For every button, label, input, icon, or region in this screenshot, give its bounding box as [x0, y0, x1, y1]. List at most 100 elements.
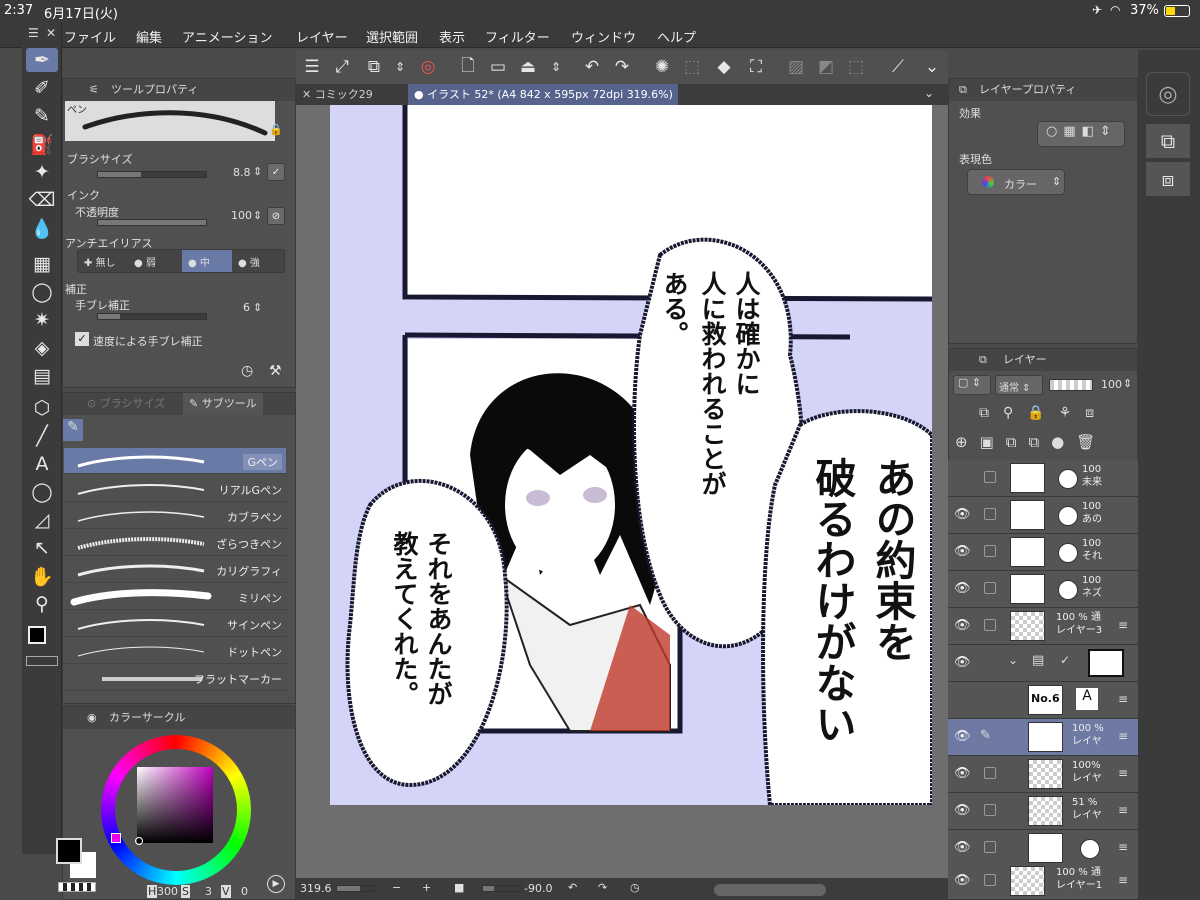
tab-comic[interactable]: ✕ コミック29 — [296, 84, 408, 105]
stepper-icon[interactable]: ⇕ — [544, 55, 568, 79]
navigator-icon[interactable]: ◎ — [1146, 72, 1190, 116]
stepper-icon[interactable]: ⇕ — [253, 301, 262, 314]
menu-edit[interactable]: 編集 — [136, 27, 162, 46]
disabled-icon[interactable]: ▨ — [784, 55, 808, 79]
layer-opacity-slider[interactable] — [1049, 379, 1093, 391]
record-icon[interactable]: ◎ — [416, 55, 440, 79]
layer-row[interactable]: 👁 100 あの — [948, 497, 1138, 534]
layer-row[interactable]: 👁 51 % レイヤ ≡ — [948, 793, 1138, 830]
undo-icon[interactable]: ↶ — [580, 55, 604, 79]
brush-item[interactable]: ドットペン — [64, 638, 286, 664]
ruler-tool-icon[interactable]: ↖ — [26, 536, 58, 560]
opacity-slider[interactable] — [97, 219, 207, 226]
timer-icon[interactable]: ◷ — [241, 363, 253, 379]
layer-lock-icons[interactable]: ⧉⚲🔒⚘⧈ — [979, 405, 1108, 421]
layer-row[interactable]: 👁 ≡ — [948, 830, 1138, 867]
fit-view-icon[interactable]: ⤢ — [330, 55, 354, 79]
effect-buttons[interactable]: ○▦◧⇕ — [1037, 121, 1125, 147]
menu-help[interactable]: ヘルプ — [657, 27, 696, 46]
layer-row[interactable]: 👁 100 % 通レイヤー3 ≡ — [948, 608, 1138, 645]
lock-icon[interactable]: 🔒 — [269, 123, 283, 136]
layer-stack-icon[interactable]: ⧈ — [1146, 162, 1190, 196]
wrench-icon[interactable]: ⚒ — [269, 363, 282, 379]
layer-property-icon[interactable]: ⧉ — [1146, 124, 1190, 158]
text-tool-icon[interactable]: A — [26, 452, 58, 476]
brush-item[interactable]: サインペン — [64, 611, 286, 637]
layer-folder-row[interactable]: 👁 ⌄ ▤ ✓ — [948, 645, 1138, 682]
pen-tool-icon[interactable]: ✒ — [26, 48, 58, 72]
fill-icon[interactable]: ◆ — [712, 55, 736, 79]
canvas-page[interactable]: あの約束を 破るわけがない 人は確かに 人に救われることが ある。 それをあんた… — [330, 105, 932, 805]
antialias-none[interactable]: ✚ 無し — [84, 254, 116, 269]
color-picker-handle[interactable] — [135, 837, 143, 845]
hue-handle[interactable] — [111, 833, 121, 843]
crop-icon[interactable]: ⛶ — [744, 55, 768, 79]
magic-wand-icon[interactable]: ✷ — [26, 308, 58, 332]
play-icon[interactable]: ▶ — [267, 875, 285, 893]
transform-icon[interactable]: ⧉ — [362, 55, 386, 79]
layer-row[interactable]: 👁 100 % 通レイヤー1 ≡ — [948, 863, 1138, 900]
main-color-swatch[interactable] — [28, 626, 46, 644]
save-icon[interactable]: ⏏ — [516, 55, 540, 79]
menu-view[interactable]: 表示 — [439, 27, 465, 46]
eyedropper-tool-icon[interactable]: ⚲ — [26, 592, 58, 616]
layer-row[interactable]: 👁 100 ネズ — [948, 571, 1138, 608]
balloon-tool-icon[interactable]: ◯ — [26, 480, 58, 504]
reset-rotation-icon[interactable]: ◷ — [630, 881, 640, 894]
transparent-swatch[interactable] — [26, 656, 58, 666]
canvas-area[interactable]: あの約束を 破るわけがない 人は確かに 人に救われることが ある。 それをあんた… — [296, 105, 948, 878]
brush-tool-icon[interactable]: ✎ — [26, 104, 58, 128]
antialias-strong[interactable]: ● 強 — [238, 254, 260, 269]
ruler-icon[interactable]: ⟋ — [886, 55, 910, 79]
blend-tool-icon[interactable]: 💧 — [26, 216, 58, 240]
rotate-left-icon[interactable]: ↶ — [568, 881, 577, 894]
brush-item[interactable]: カリグラフィ — [64, 557, 286, 583]
layer-row[interactable]: 👁 100 それ — [948, 534, 1138, 571]
layer-action-icons[interactable]: ⊕▣⧉⧉●🗑 — [955, 433, 1107, 451]
saturation-value-square[interactable] — [137, 767, 213, 843]
hand-tool-icon[interactable]: ✋ — [26, 564, 58, 588]
brush-item[interactable]: リアルGペン — [64, 476, 286, 502]
brush-item[interactable]: ミリペン — [64, 584, 286, 610]
brush-item[interactable]: Gペン — [64, 448, 286, 474]
brush-size-slider[interactable] — [97, 171, 207, 178]
rotation-slider[interactable] — [482, 885, 522, 892]
stepper-icon[interactable]: ⇕ — [253, 209, 262, 222]
loading-icon[interactable]: ✺ — [650, 55, 674, 79]
layer-color-select[interactable]: ▢ ⇕ — [953, 375, 991, 395]
brush-item[interactable]: ざらつきペン — [64, 530, 286, 556]
zoom-in-icon[interactable]: + — [422, 881, 431, 894]
brush-item[interactable]: フラットマーカー — [64, 665, 286, 691]
menu-file[interactable]: ファイル — [64, 27, 116, 46]
tab-brushsize[interactable]: ⊙ ブラシサイズ — [87, 393, 165, 415]
3d-tool-icon[interactable]: ⬡ — [26, 396, 58, 420]
tab-illust[interactable]: ● イラスト 52* (A4 842 x 595px 72dpi 319.6%) — [408, 84, 678, 105]
gradient-tool-icon[interactable]: ▤ — [26, 364, 58, 388]
antialias-mid[interactable]: ● 中 — [182, 250, 232, 272]
close-icon[interactable]: ✕ — [46, 26, 56, 40]
brush-item[interactable]: カブラペン — [64, 503, 286, 529]
transparent-swatch[interactable] — [58, 882, 96, 892]
airbrush-tool-icon[interactable]: ⛽ — [26, 132, 58, 156]
frame-tool-icon[interactable]: ◿ — [26, 508, 58, 532]
chevron-down-icon[interactable]: ⌄ — [924, 86, 934, 100]
layer-row[interactable]: 100 未来 — [948, 460, 1138, 497]
open-folder-icon[interactable]: ▭ — [486, 55, 510, 79]
menu-window[interactable]: ウィンドウ — [571, 27, 636, 46]
menu-selection[interactable]: 選択範囲 — [366, 27, 418, 46]
lasso-tool-icon[interactable]: ◯ — [26, 280, 58, 304]
scrollbar-handle[interactable] — [714, 884, 826, 896]
stepper-icon[interactable]: ⇕ — [388, 55, 412, 79]
hamburger-icon[interactable]: ☰ — [28, 26, 39, 40]
pen-group-icon[interactable]: ✎ — [63, 419, 83, 441]
disabled-icon[interactable]: ⬚ — [844, 55, 868, 79]
blend-mode-select[interactable]: 通常 ⇕ — [995, 375, 1043, 395]
pressure-icon[interactable]: ✓ — [267, 163, 285, 181]
zoom-out-icon[interactable]: − — [392, 881, 401, 894]
layer-row[interactable]: No.6 A ≡ — [948, 682, 1138, 719]
menu-layer[interactable]: レイヤー — [296, 27, 348, 46]
deselect-icon[interactable]: ⬚ — [680, 55, 704, 79]
hamburger-icon[interactable]: ☰ — [300, 55, 324, 79]
fill-tool-icon[interactable]: ◈ — [26, 336, 58, 360]
speed-stabilization-checkbox[interactable]: ✓ — [75, 332, 89, 346]
